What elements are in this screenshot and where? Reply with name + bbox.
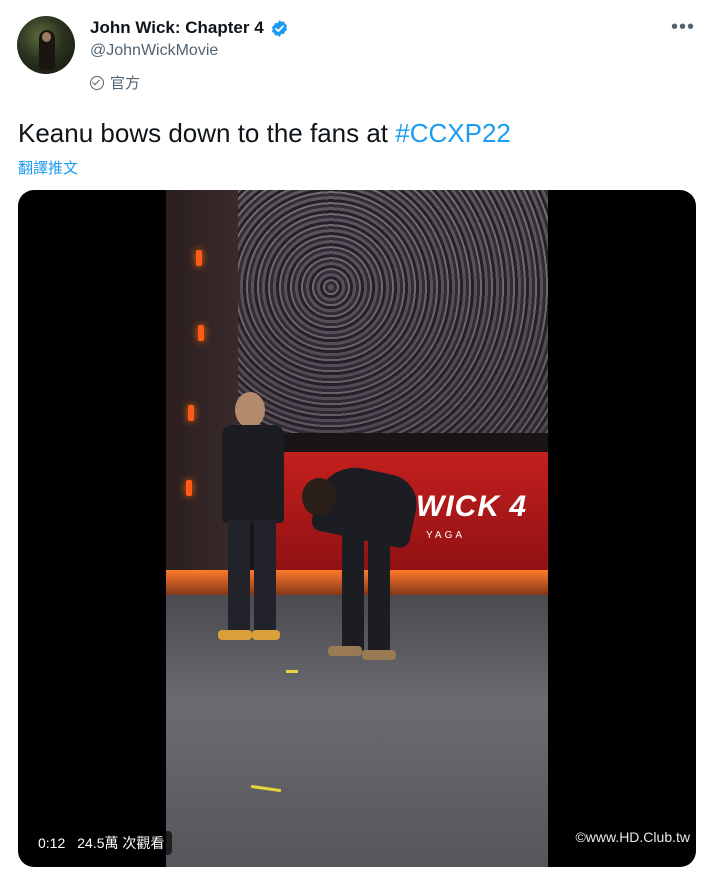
bowing-figure-leg (342, 535, 364, 650)
author-avatar[interactable] (17, 16, 75, 74)
host-head (235, 392, 265, 428)
bowing-figure-hair (302, 478, 336, 516)
host-shoe (252, 630, 280, 640)
avatar-face (42, 32, 51, 42)
host-jacket (222, 425, 284, 523)
stage-light (188, 405, 194, 421)
tweet-body: Keanu bows down to the fans at (18, 118, 396, 148)
official-text: 官方 (110, 75, 141, 92)
host-leg (228, 520, 250, 632)
banner-title: WICK 4 (416, 490, 527, 523)
video-frame[interactable]: WICK 4 YAGA (166, 190, 548, 867)
bowing-figure-shoe (362, 650, 396, 660)
official-check-icon (90, 75, 104, 90)
stage-light (186, 480, 192, 496)
video-views: 24.5萬 次觀看 (77, 835, 165, 851)
watermark: ©www.HD.Club.tw (575, 829, 690, 845)
video-info-badge: 0:12 24.5萬 次觀看 (30, 831, 173, 855)
video-elapsed: 0:12 (38, 835, 66, 851)
stage-light (196, 250, 202, 266)
bowing-figure-leg (368, 535, 390, 650)
banner-subtitle: YAGA (426, 530, 466, 541)
hashtag-link[interactable]: #CCXP22 (395, 118, 511, 148)
translate-tweet-link[interactable]: 翻譯推文 (18, 157, 78, 178)
host-shoe (218, 630, 252, 640)
author-name[interactable]: John Wick: Chapter 4 (90, 18, 264, 38)
more-options-icon[interactable]: ••• (671, 16, 695, 39)
author-name-row: John Wick: Chapter 4 (90, 18, 289, 38)
floor-tape (286, 670, 298, 673)
tweet-text: Keanu bows down to the fans at #CCXP22 (18, 118, 511, 149)
official-label: 官方 (90, 72, 140, 93)
author-handle[interactable]: @JohnWickMovie (90, 42, 218, 60)
verified-badge-icon (271, 19, 287, 37)
bowing-figure-shoe (328, 646, 362, 656)
stage-light (198, 325, 204, 341)
crowd-screen-shade (238, 190, 548, 433)
video-player[interactable]: WICK 4 YAGA 0:12 24.5萬 次觀看 ©www.HD.Club.… (18, 190, 696, 867)
host-leg (254, 520, 276, 632)
